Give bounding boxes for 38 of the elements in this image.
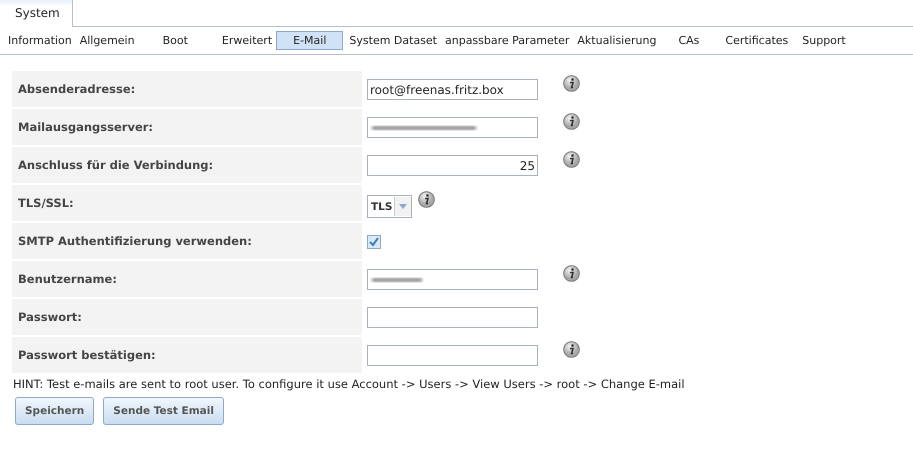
field-label: TLS/SSL:: [12, 185, 362, 221]
caret-icon: [399, 204, 408, 209]
info-icon[interactable]: [563, 113, 580, 130]
field-label: Benutzername:: [12, 261, 362, 297]
input-field[interactable]: root@freenas.fritz.box: [367, 79, 538, 100]
input-field[interactable]: [367, 345, 538, 366]
settings-tab[interactable]: Boot: [158, 31, 192, 50]
field-label: Absenderadresse:: [12, 71, 362, 107]
field-label: Mailausgangsserver:: [12, 109, 362, 145]
settings-tab[interactable]: System Dataset: [345, 31, 441, 50]
send-test-email-button[interactable]: Sende Test Email: [103, 397, 224, 425]
input-field[interactable]: [367, 307, 538, 328]
tls-dropdown[interactable]: TLS: [367, 195, 412, 218]
info-icon[interactable]: [418, 191, 436, 208]
settings-tab[interactable]: CAs: [674, 31, 704, 50]
info-icon[interactable]: [563, 265, 580, 282]
settings-tab[interactable]: Certificates: [721, 31, 792, 50]
settings-tab[interactable]: Support: [798, 31, 850, 50]
hint-text: HINT: Test e-mails are sent to root user. To configure it use Account -> Users -> View Users -> root -> Change E-mail: [13, 377, 686, 391]
field-label: SMTP Authentifizierung verwenden:: [12, 223, 362, 259]
info-icon[interactable]: [563, 151, 580, 168]
input-field[interactable]: [367, 117, 538, 138]
settings-tab[interactable]: anpassbare Parameter: [441, 31, 574, 50]
field-label: Passwort bestätigen:: [12, 337, 362, 373]
input-field[interactable]: [367, 269, 538, 290]
settings-tab[interactable]: Allgemein: [76, 31, 139, 50]
settings-tab[interactable]: E-Mail: [276, 31, 344, 50]
save-button[interactable]: Speichern: [15, 397, 94, 425]
settings-tab[interactable]: Information: [4, 31, 76, 50]
info-icon[interactable]: [563, 341, 580, 358]
checkbox[interactable]: [367, 235, 381, 249]
info-icon[interactable]: [563, 75, 580, 92]
field-label: Anschluss für die Verbindung:: [12, 147, 362, 183]
settings-tab[interactable]: Aktualisierung: [573, 31, 660, 50]
field-label: Passwort:: [12, 299, 362, 335]
system-tab[interactable]: System: [0, 0, 73, 27]
input-field[interactable]: 25: [367, 155, 538, 176]
settings-tab[interactable]: Erweitert: [218, 31, 276, 50]
